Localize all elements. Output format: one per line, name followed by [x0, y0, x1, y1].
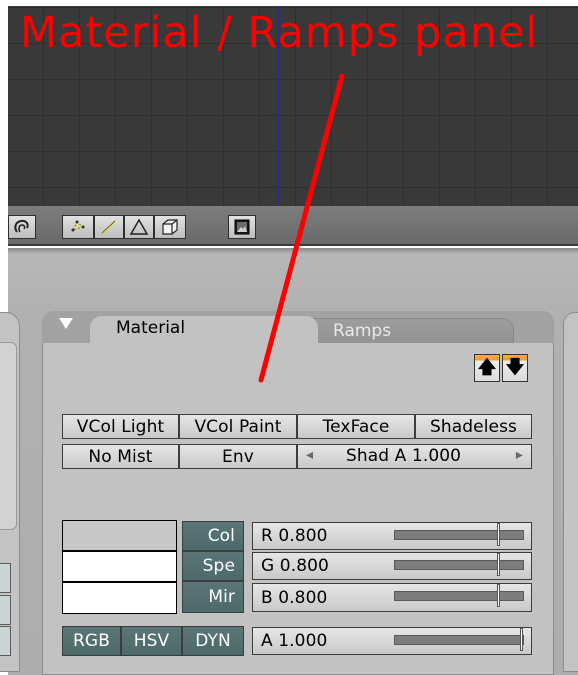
annotation-title: Material / Ramps panel	[20, 8, 539, 58]
annotation-arrow-line	[258, 73, 345, 383]
